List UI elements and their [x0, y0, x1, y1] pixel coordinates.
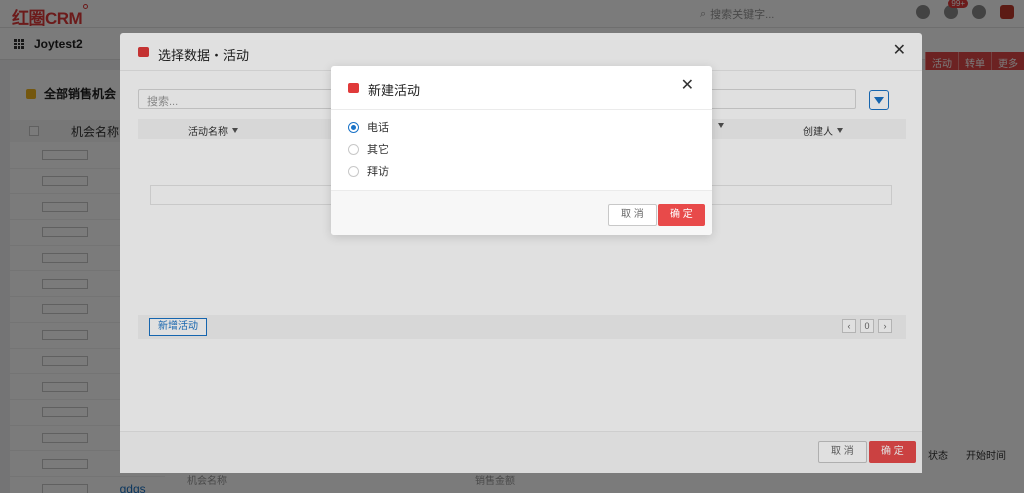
new-activity-modal-header: 新建活动 ✕	[331, 66, 712, 110]
cancel-button[interactable]: 取 消	[608, 204, 657, 226]
radio-button[interactable]	[348, 165, 359, 177]
radio-option-other[interactable]: 其它	[348, 141, 389, 157]
flag-icon	[348, 83, 359, 93]
close-icon[interactable]: ✕	[681, 78, 694, 94]
radio-label: 电话	[367, 122, 389, 134]
radio-option-phone[interactable]: 电话	[348, 119, 389, 135]
new-activity-modal-title: 新建活动	[368, 83, 421, 98]
radio-label: 其它	[367, 144, 389, 156]
radio-button[interactable]	[348, 143, 359, 155]
new-activity-modal: 新建活动 ✕ 电话 其它 拜访 取 消 确 定	[331, 66, 712, 235]
new-activity-modal-footer: 取 消 确 定	[331, 190, 712, 235]
ok-button[interactable]: 确 定	[658, 204, 705, 226]
radio-option-visit[interactable]: 拜访	[348, 163, 389, 179]
radio-label: 拜访	[367, 166, 389, 178]
radio-button[interactable]	[348, 121, 359, 133]
